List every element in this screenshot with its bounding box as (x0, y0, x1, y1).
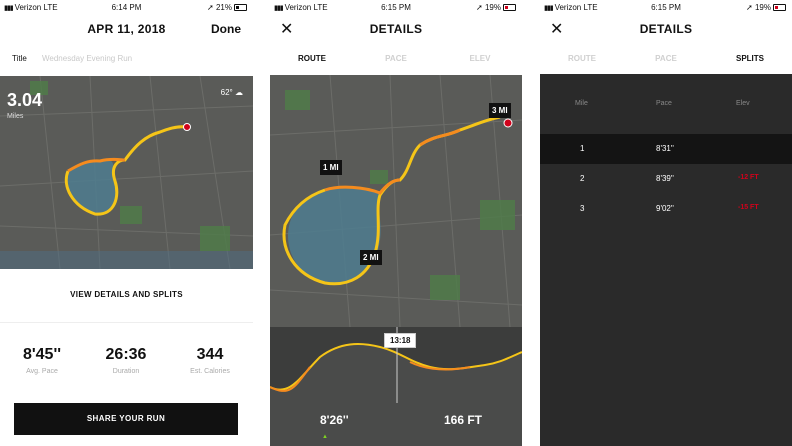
tab-splits[interactable]: SPLITS (708, 54, 792, 63)
table-row[interactable]: 1 8'31'' (540, 134, 792, 164)
splits-screen: ▮▮▮ Verizon LTE 6:15 PM ➚ 19% ✕ DETAILS R… (540, 0, 792, 446)
battery-indicator: ➚ 19% (746, 3, 786, 12)
status-bar: ▮▮▮ Verizon LTE 6:14 PM ➚ 21% (0, 0, 253, 14)
detail-tabs: ROUTE PACE SPLITS (540, 46, 792, 74)
stat-label: Duration (112, 368, 140, 375)
split-mile: 2 (580, 174, 585, 183)
split-pace: 8'31'' (656, 144, 674, 153)
pace-readout: 8'26'' (320, 413, 349, 427)
tab-pace[interactable]: PACE (624, 54, 708, 63)
run-summary-screen: ▮▮▮ Verizon LTE 6:14 PM ➚ 21% APR 11, 201… (0, 0, 253, 446)
column-header-elev: Elev (736, 100, 750, 107)
column-header-pace: Pace (656, 100, 672, 107)
tab-route[interactable]: ROUTE (540, 54, 624, 63)
tab-route[interactable]: ROUTE (270, 54, 354, 63)
stat-value: 8'45'' (22, 346, 62, 363)
mile-marker-3: 3 MI (489, 103, 511, 118)
status-bar: ▮▮▮ Verizon LTE 6:15 PM ➚ 19% (270, 0, 522, 14)
location-icon: ➚ (207, 3, 216, 12)
nav-bar: APR 11, 2018 Done (0, 16, 253, 44)
nav-bar: ✕ DETAILS (540, 16, 792, 46)
done-button[interactable]: Done (211, 22, 241, 36)
split-mile: 3 (580, 204, 585, 213)
title-label: Title (12, 54, 27, 63)
weather-readout: 62° ☁ (220, 88, 243, 97)
table-row[interactable]: 3 9'02'' -15 FT (540, 194, 792, 224)
route-map-graphic (270, 75, 522, 327)
chart-time-badge: 13:18 (384, 333, 417, 348)
location-icon: ➚ (746, 3, 755, 12)
splits-table: Mile Pace Elev 1 8'31'' 2 8'39'' -12 FT … (540, 74, 792, 446)
split-pace: 8'39'' (656, 174, 674, 183)
cloud-icon: ☁ (235, 88, 243, 97)
status-bar: ▮▮▮ Verizon LTE 6:15 PM ➚ 19% (540, 0, 792, 16)
detail-tabs: ROUTE PACE ELEV (270, 50, 522, 68)
stat-value: 344 (196, 346, 224, 363)
table-row[interactable]: 2 8'39'' -12 FT (540, 164, 792, 194)
mile-marker-2: 2 MI (360, 250, 382, 265)
mile-marker-1: 1 MI (320, 160, 342, 175)
stat-value: 26:36 (105, 346, 147, 363)
share-run-button[interactable]: SHARE YOUR RUN (14, 403, 238, 435)
tab-pace[interactable]: PACE (354, 54, 438, 63)
title-field[interactable]: Title Wednesday Evening Run (12, 50, 241, 68)
view-details-link[interactable]: VIEW DETAILS AND SPLITS (0, 290, 253, 299)
battery-indicator: ➚ 19% (476, 3, 516, 12)
route-details-screen: ▮▮▮ Verizon LTE 6:15 PM ➚ 19% ✕ DETAILS R… (270, 0, 522, 446)
battery-icon (503, 4, 516, 12)
location-icon: ➚ (476, 3, 485, 12)
page-title: DETAILS (639, 22, 693, 36)
page-title: DETAILS (369, 22, 423, 36)
stat-duration: 26:36 Duration (86, 346, 166, 375)
split-mile: 1 (580, 144, 585, 153)
tab-elev[interactable]: ELEV (438, 54, 522, 63)
battery-icon (773, 4, 786, 12)
distance-value: 3.04 (7, 90, 43, 110)
nav-bar: ✕ DETAILS (270, 16, 522, 44)
elevation-readout: 166 FT (444, 413, 483, 427)
stat-label: Avg. Pace (26, 368, 58, 375)
distance-unit: Miles (7, 113, 24, 120)
column-header-mile: Mile (575, 100, 588, 107)
split-pace: 9'02'' (656, 204, 674, 213)
divider (0, 322, 253, 323)
stat-calories: 344 Est. Calories (170, 346, 250, 375)
battery-icon (234, 4, 247, 12)
up-arrow-icon: ▲ (322, 434, 328, 440)
split-elev: -15 FT (738, 204, 759, 211)
stat-avg-pace: 8'45'' Avg. Pace (2, 346, 82, 375)
battery-indicator: ➚ 21% (207, 3, 247, 12)
stat-label: Est. Calories (190, 368, 230, 375)
route-map[interactable] (270, 75, 522, 327)
title-input[interactable]: Wednesday Evening Run (42, 54, 132, 63)
split-elev: -12 FT (738, 174, 759, 181)
